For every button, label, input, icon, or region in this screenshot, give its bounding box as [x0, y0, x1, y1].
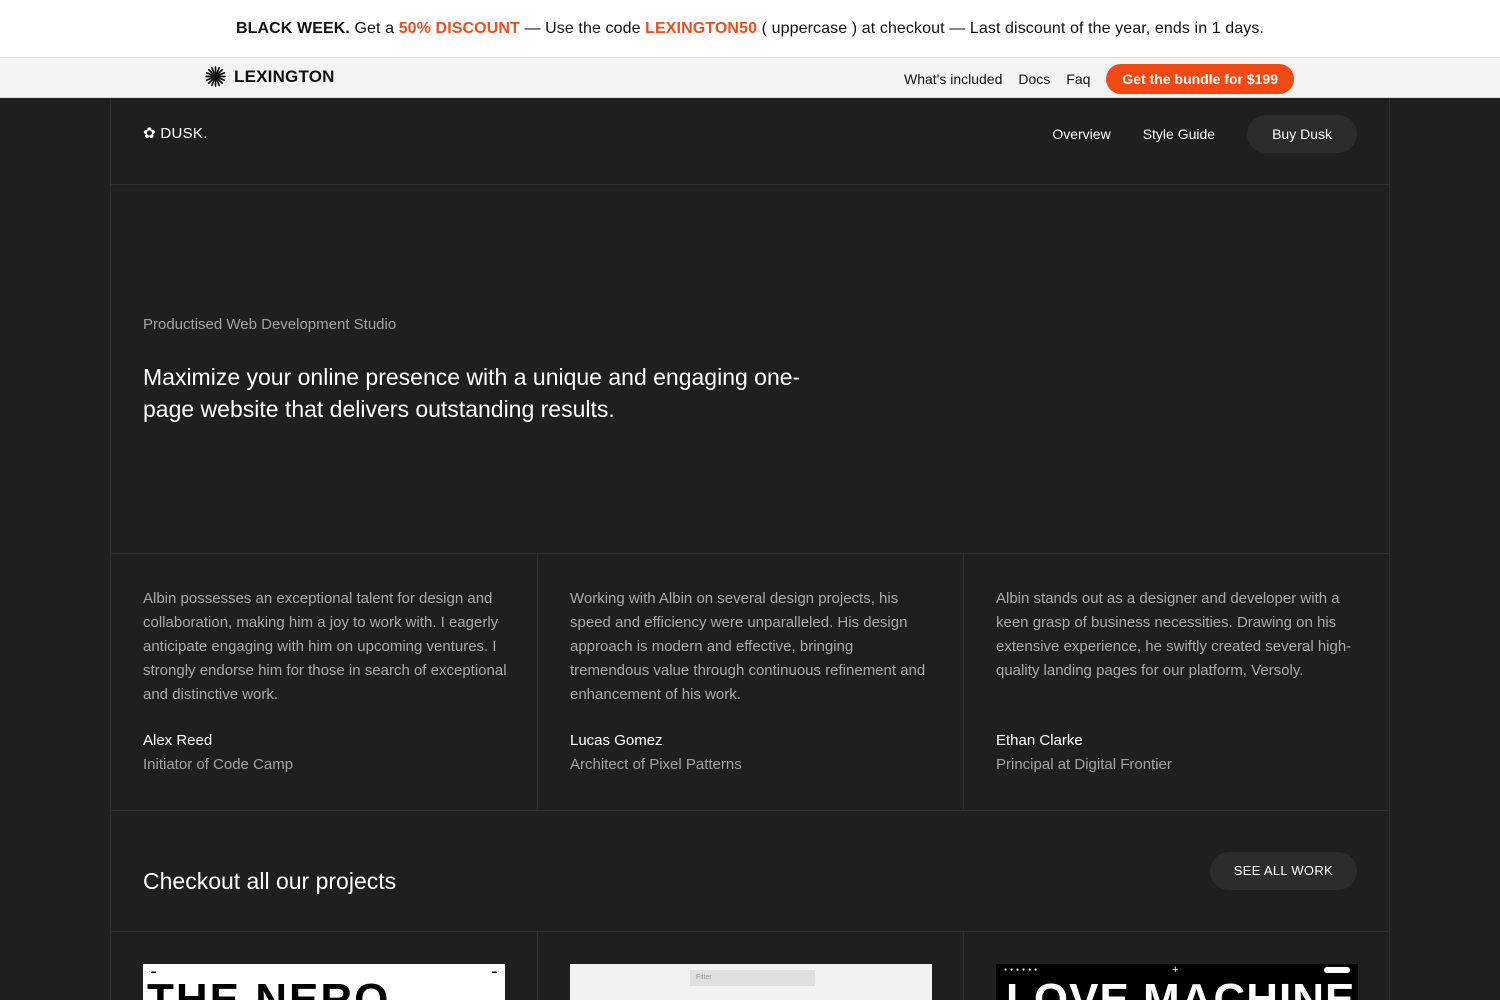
project-thumbnail[interactable]: ●●●●●● + LOVE MACHINE	[996, 964, 1358, 1000]
hero-title: Maximize your online presence with a uni…	[143, 364, 801, 422]
see-all-work-button[interactable]: SEE ALL WORK	[1209, 852, 1357, 890]
promo-text-2: — Use the code	[519, 19, 646, 37]
lexington-nav: What's included Docs Faq Get the bundle …	[904, 64, 1294, 94]
project-card[interactable]: ▬ ▬ THE NERO	[111, 932, 538, 1000]
site-header: ✿ DUSK. Overview Style Guide Buy Dusk	[111, 98, 1389, 185]
hero-eyebrow: Productised Web Development Studio	[143, 316, 397, 333]
testimonial-quote: Albin possesses an exceptional talent fo…	[143, 590, 507, 703]
testimonial-role: Initiator of Code Camp	[143, 756, 294, 773]
testimonial-name: Alex Reed	[143, 732, 213, 749]
testimonials-section: Albin possesses an exceptional talent fo…	[111, 554, 1389, 811]
get-bundle-button[interactable]: Get the bundle for $199	[1106, 64, 1294, 94]
projects-title: Checkout all our projects	[143, 868, 397, 894]
starburst-icon	[205, 66, 226, 87]
project-thumbnail[interactable]: ▬ ▬ THE NERO	[143, 964, 505, 1000]
hero-section: Productised Web Development Studio Maxim…	[111, 185, 1389, 554]
thumb-mini-mark: ▬	[492, 969, 497, 975]
projects-grid: ▬ ▬ THE NERO Filter ●●●●●● + LOVE MACHIN…	[111, 932, 1389, 1000]
testimonial-role: Architect of Pixel Patterns	[570, 756, 742, 773]
site-frame: ✿ DUSK. Overview Style Guide Buy Dusk Pr…	[110, 98, 1390, 1000]
buy-dusk-button[interactable]: Buy Dusk	[1247, 115, 1357, 153]
promo-banner: BLACK WEEK. Get a 50% DISCOUNT — Use the…	[0, 0, 1500, 58]
testimonial-card: Albin stands out as a designer and devel…	[964, 554, 1389, 810]
thumb-filter-field: Filter	[690, 970, 815, 986]
nav-style-guide[interactable]: Style Guide	[1143, 126, 1215, 142]
dusk-logo[interactable]: ✿ DUSK.	[143, 124, 208, 142]
lexington-brand: LEXINGTON	[234, 66, 335, 86]
thumb-pill-icon	[1324, 967, 1350, 973]
thumb-dots-icon: ●●●●●●	[1004, 967, 1041, 973]
testimonial-card: Working with Albin on several design pro…	[538, 554, 964, 810]
thumb-title: LOVE MACHINE	[1006, 975, 1356, 1000]
nav-overview[interactable]: Overview	[1052, 126, 1110, 142]
nav-docs[interactable]: Docs	[1018, 71, 1050, 87]
testimonial-quote: Albin stands out as a designer and devel…	[996, 590, 1352, 679]
testimonial-name: Lucas Gomez	[570, 732, 663, 749]
thumb-title: THE NERO	[147, 975, 391, 1000]
promo-code: LEXINGTON50	[645, 19, 758, 37]
promo-text-1: Get a	[349, 19, 399, 37]
lexington-logo[interactable]: LEXINGTON	[205, 66, 335, 87]
nav-whats-included[interactable]: What's included	[904, 71, 1002, 87]
promo-discount: 50% DISCOUNT	[398, 19, 520, 37]
site-nav: Overview Style Guide Buy Dusk	[1052, 115, 1357, 153]
testimonial-card: Albin possesses an exceptional talent fo…	[111, 554, 538, 810]
promo-text-3: ( uppercase ) at checkout — Last discoun…	[757, 19, 1265, 37]
testimonial-role: Principal at Digital Frontier	[996, 756, 1172, 773]
project-card[interactable]: ●●●●●● + LOVE MACHINE	[964, 932, 1389, 1000]
testimonial-quote: Working with Albin on several design pro…	[570, 590, 926, 703]
nav-faq[interactable]: Faq	[1066, 71, 1090, 87]
promo-lead: BLACK WEEK.	[235, 19, 350, 37]
projects-header: Checkout all our projects SEE ALL WORK	[111, 811, 1389, 932]
testimonial-name: Ethan Clarke	[996, 732, 1083, 749]
lexington-bar: LEXINGTON What's included Docs Faq Get t…	[0, 58, 1500, 98]
project-card[interactable]: Filter	[538, 932, 964, 1000]
project-thumbnail[interactable]: Filter	[570, 964, 932, 1000]
